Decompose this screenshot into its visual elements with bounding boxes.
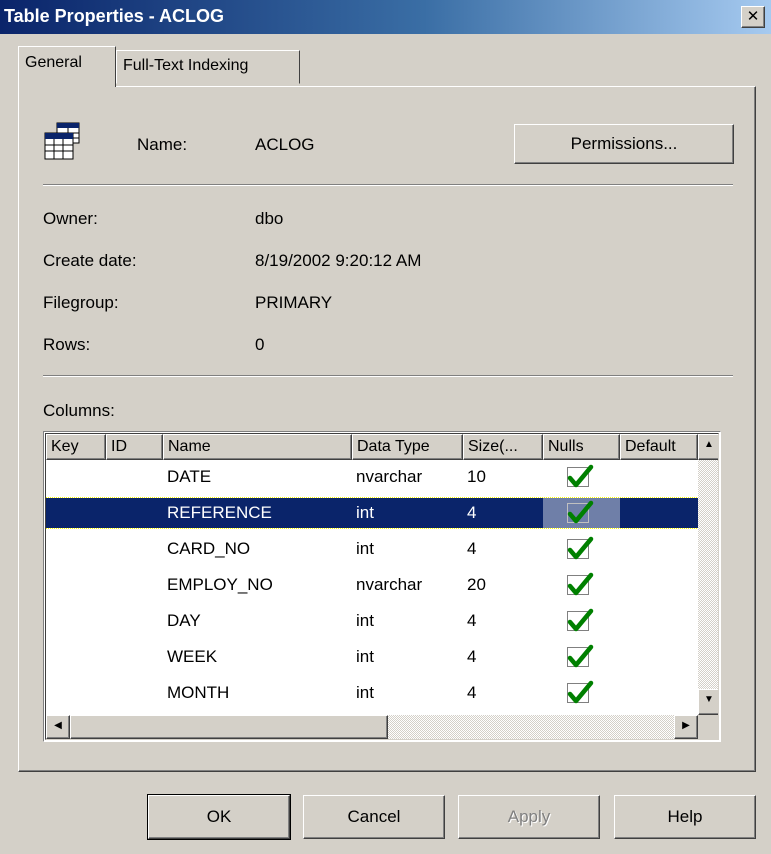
checkmark-icon	[567, 536, 594, 560]
cell-size: 4	[467, 611, 477, 630]
column-header-name[interactable]: Name	[163, 434, 352, 460]
table-row[interactable]: DATE nvarchar 10	[46, 462, 698, 492]
checkmark-icon	[567, 464, 594, 488]
nulls-checkbox[interactable]	[567, 608, 594, 632]
cell-name: REFERENCE	[167, 503, 272, 522]
owner-label: Owner:	[43, 209, 98, 228]
ok-button[interactable]: OK	[147, 794, 291, 840]
permissions-button[interactable]: Permissions...	[514, 124, 734, 164]
horizontal-scroll-thumb[interactable]	[70, 715, 388, 739]
checkmark-icon	[567, 680, 594, 704]
cell-nulls[interactable]	[543, 498, 620, 528]
help-button[interactable]: Help	[614, 795, 756, 839]
checkmark-icon	[567, 572, 594, 596]
cell-data-type: int	[356, 539, 374, 558]
cell-data-type: int	[356, 611, 374, 630]
cell-nulls[interactable]	[543, 462, 620, 492]
cell-size: 4	[467, 539, 477, 558]
tab-full-text-indexing[interactable]: Full-Text Indexing	[116, 50, 300, 84]
checkmark-icon	[567, 644, 594, 668]
rows-label: Rows:	[43, 335, 91, 354]
cell-data-type: int	[356, 503, 374, 522]
scroll-down-button[interactable]: ▼	[698, 689, 718, 715]
scroll-right-button[interactable]: ▶	[674, 715, 698, 739]
nulls-checkbox[interactable]	[567, 680, 594, 704]
table-row[interactable]: WEEK int 4	[46, 642, 698, 672]
table-properties-dialog: Table Properties - ACLOG ✕ General Full-…	[0, 0, 771, 854]
nulls-checkbox[interactable]	[567, 500, 594, 524]
nulls-checkbox[interactable]	[567, 464, 594, 488]
close-button[interactable]: ✕	[741, 6, 765, 28]
cell-name: CARD_NO	[167, 539, 251, 558]
cell-size: 20	[467, 575, 486, 594]
cell-name: DAY	[167, 611, 201, 630]
separator-top	[43, 184, 733, 186]
cell-name: EMPLOY_NO	[167, 575, 273, 594]
column-header-id[interactable]: ID	[106, 434, 163, 460]
column-header-data-type[interactable]: Data Type	[352, 434, 463, 460]
cell-nulls[interactable]	[543, 606, 620, 636]
name-label: Name:	[137, 135, 188, 154]
table-row[interactable]: CARD_NO int 4	[46, 534, 698, 564]
nulls-checkbox[interactable]	[567, 536, 594, 560]
checkmark-icon	[567, 500, 594, 524]
cell-data-type: int	[356, 647, 374, 666]
title-bar[interactable]: Table Properties - ACLOG ✕	[0, 0, 771, 34]
checkmark-icon	[567, 608, 594, 632]
cell-size: 10	[467, 467, 486, 486]
columns-list-view[interactable]: Key ID Name Data Type Size(... Nulls Def…	[43, 431, 721, 742]
owner-value: dbo	[255, 209, 284, 228]
filegroup-label: Filegroup:	[43, 293, 119, 312]
general-tab-panel: Name: ACLOG Permissions... Owner: dbo Cr…	[18, 86, 756, 772]
filegroup-value: PRIMARY	[255, 293, 333, 312]
table-icon	[43, 121, 81, 161]
column-header-key[interactable]: Key	[46, 434, 106, 460]
create-date-label: Create date:	[43, 251, 137, 270]
cancel-button[interactable]: Cancel	[303, 795, 445, 839]
separator-middle	[43, 375, 733, 377]
cell-nulls[interactable]	[543, 678, 620, 708]
nulls-checkbox[interactable]	[567, 644, 594, 668]
cell-size: 4	[467, 683, 477, 702]
cell-nulls[interactable]	[543, 534, 620, 564]
cell-name: DATE	[167, 467, 212, 486]
columns-list-inner: Key ID Name Data Type Size(... Nulls Def…	[45, 433, 719, 740]
vertical-scrollbar[interactable]: ▲ ▼	[698, 434, 718, 715]
cell-nulls[interactable]	[543, 570, 620, 600]
cell-name: MONTH	[167, 683, 230, 702]
column-header-default[interactable]: Default	[620, 434, 698, 460]
scroll-left-button[interactable]: ◀	[46, 715, 70, 739]
name-value: ACLOG	[255, 135, 315, 154]
scrollbar-corner	[698, 715, 718, 739]
columns-label: Columns:	[43, 401, 115, 420]
cell-size: 4	[467, 503, 477, 522]
column-header-nulls[interactable]: Nulls	[543, 434, 620, 460]
rows-value: 0	[255, 335, 265, 354]
table-row[interactable]: REFERENCE int 4	[46, 497, 699, 529]
cell-nulls[interactable]	[543, 642, 620, 672]
cell-size: 4	[467, 647, 477, 666]
cell-data-type: nvarchar	[356, 575, 423, 594]
table-row[interactable]: MONTH int 4	[46, 678, 698, 708]
column-header-size[interactable]: Size(...	[463, 434, 543, 460]
scroll-up-button[interactable]: ▲	[698, 434, 718, 460]
tab-general[interactable]: General	[18, 46, 116, 87]
cell-data-type: nvarchar	[356, 467, 423, 486]
apply-button[interactable]: Apply	[458, 795, 600, 839]
nulls-checkbox[interactable]	[567, 572, 594, 596]
cell-data-type: int	[356, 683, 374, 702]
table-row[interactable]: EMPLOY_NO nvarchar 20	[46, 570, 698, 600]
table-row[interactable]: DAY int 4	[46, 606, 698, 636]
horizontal-scrollbar[interactable]: ◀ ▶	[46, 715, 698, 739]
window-title: Table Properties - ACLOG	[4, 6, 225, 26]
cell-name: WEEK	[167, 647, 218, 666]
create-date-value: 8/19/2002 9:20:12 AM	[255, 251, 422, 270]
